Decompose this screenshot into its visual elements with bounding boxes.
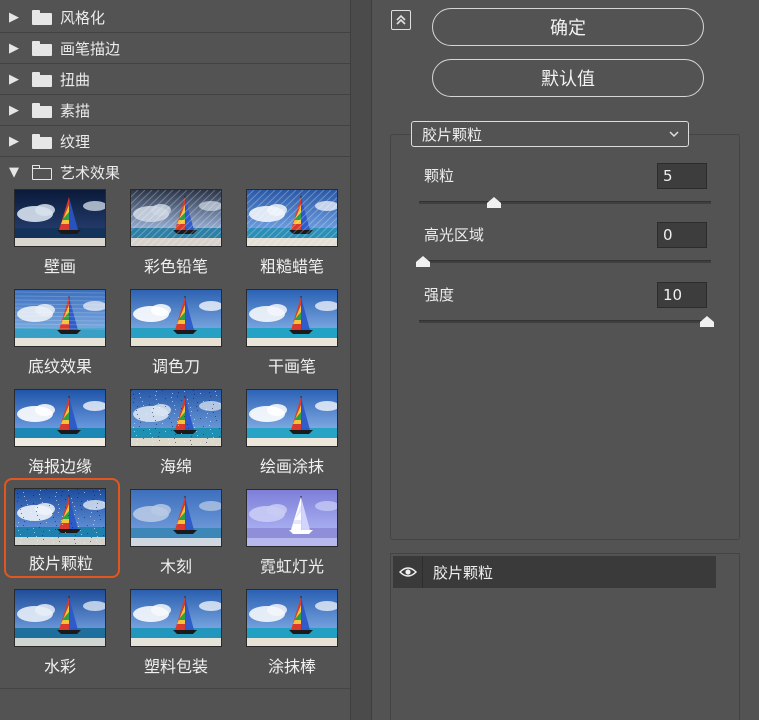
category-label: 纹理	[60, 132, 91, 151]
param-slider-track[interactable]	[419, 260, 711, 263]
ok-button[interactable]: 确定	[432, 8, 704, 46]
filter-thumb-pastel[interactable]: 粗糙蜡笔	[239, 186, 349, 284]
category-brush-strokes[interactable]: ▶ 画笔描边	[0, 33, 350, 64]
category-texture[interactable]: ▶ 纹理	[0, 126, 350, 157]
param-value-field[interactable]: 0	[657, 222, 707, 248]
filter-thumb-poster[interactable]: 海报边缘	[7, 386, 117, 484]
filter-label: 水彩	[43, 657, 76, 676]
filter-preview-image[interactable]	[130, 189, 222, 247]
panel-splitter[interactable]	[350, 0, 372, 720]
filter-thumbnail-grid: 壁画 彩色铅笔 粗糙蜡笔 底纹效果 调色刀 干画笔 海报边缘 海绵 绘画涂抹 胶…	[0, 186, 350, 720]
filter-label: 胶片颗粒	[28, 554, 93, 573]
param-slider-track[interactable]	[419, 320, 711, 323]
filter-thumb-watercolor[interactable]: 水彩	[7, 586, 117, 684]
category-distort[interactable]: ▶ 扭曲	[0, 64, 350, 95]
expand-arrow-icon[interactable]: ▶	[9, 11, 23, 24]
filter-thumb-smudgestick[interactable]: 涂抹棒	[239, 586, 349, 684]
chevron-down-icon	[668, 124, 680, 148]
effect-layer-row[interactable]: 胶片颗粒	[393, 556, 716, 588]
filter-select[interactable]: 胶片颗粒	[411, 121, 689, 147]
category-label: 素描	[60, 101, 91, 120]
filter-preview-image[interactable]	[130, 489, 222, 547]
collapse-gallery-button[interactable]	[391, 10, 411, 30]
filter-settings-box	[390, 134, 740, 540]
filter-label: 海报边缘	[27, 457, 92, 476]
filter-thumb-sponge[interactable]: 海绵	[123, 386, 233, 484]
filter-label: 绘画涂抹	[259, 457, 324, 476]
category-label: 风格化	[60, 8, 106, 27]
filter-label: 木刻	[159, 557, 192, 576]
category-label: 扭曲	[60, 70, 91, 89]
param-value-field[interactable]: 10	[657, 282, 707, 308]
default-button[interactable]: 默认值	[432, 59, 704, 97]
visibility-toggle[interactable]	[393, 556, 423, 588]
folder-open-icon	[32, 164, 52, 180]
folder-icon	[32, 71, 52, 87]
expand-arrow-icon[interactable]: ▶	[9, 73, 23, 86]
effect-layer-name: 胶片颗粒	[433, 563, 494, 582]
expand-arrow-icon[interactable]: ▶	[9, 42, 23, 55]
folder-icon	[32, 40, 52, 56]
category-artistic[interactable]: ▼ 艺术效果	[0, 157, 350, 188]
category-label: 画笔描边	[60, 39, 121, 58]
collapse-arrow-icon[interactable]: ▼	[9, 166, 23, 179]
double-chevron-up-icon	[396, 14, 406, 25]
param-value-field[interactable]: 5	[657, 163, 707, 189]
param-slider-track[interactable]	[419, 201, 711, 204]
filter-thumb-palette[interactable]: 调色刀	[123, 286, 233, 384]
eye-icon	[398, 567, 417, 577]
filter-preview-image[interactable]	[130, 289, 222, 347]
filter-thumb-underpaint[interactable]: 底纹效果	[7, 286, 117, 384]
expand-arrow-icon[interactable]: ▶	[9, 135, 23, 148]
divider	[0, 688, 350, 689]
filter-preview-image[interactable]	[246, 489, 338, 547]
category-sketch[interactable]: ▶ 素描	[0, 95, 350, 126]
filter-label: 彩色铅笔	[143, 257, 208, 276]
filter-label: 底纹效果	[27, 357, 92, 376]
filter-preview-image[interactable]	[14, 488, 106, 546]
filter-thumb-grain[interactable]: 胶片颗粒	[4, 478, 120, 578]
filter-thumb-neon[interactable]: 霓虹灯光	[239, 486, 349, 584]
filter-settings-panel: 确定 默认值 胶片颗粒 颗粒 5 高光区域 0 强度 10 胶片颗粒	[373, 0, 759, 720]
filter-preview-image[interactable]	[14, 389, 106, 447]
category-stylize[interactable]: ▶ 风格化	[0, 2, 350, 33]
filter-preview-image[interactable]	[246, 189, 338, 247]
filter-label: 干画笔	[267, 357, 316, 376]
filter-label: 涂抹棒	[267, 657, 316, 676]
filter-thumb-mural[interactable]: 壁画	[7, 186, 117, 284]
filter-preview-image[interactable]	[14, 289, 106, 347]
filter-thumb-pencil[interactable]: 彩色铅笔	[123, 186, 233, 284]
filter-preview-image[interactable]	[14, 189, 106, 247]
category-label: 艺术效果	[60, 163, 121, 182]
filter-thumb-plastic[interactable]: 塑料包装	[123, 586, 233, 684]
expand-arrow-icon[interactable]: ▶	[9, 104, 23, 117]
filter-label: 调色刀	[151, 357, 200, 376]
filter-preview-image[interactable]	[14, 589, 106, 647]
filter-label: 塑料包装	[143, 657, 208, 676]
param-label: 颗粒	[424, 167, 455, 185]
filter-thumb-smudge[interactable]: 绘画涂抹	[239, 386, 349, 484]
folder-icon	[32, 9, 52, 25]
filter-label: 海绵	[159, 457, 192, 476]
filter-preview-image[interactable]	[246, 389, 338, 447]
filter-label: 壁画	[43, 257, 76, 276]
folder-icon	[32, 102, 52, 118]
filter-thumb-cutout[interactable]: 木刻	[123, 486, 233, 584]
folder-icon	[32, 133, 52, 149]
filter-thumb-drybrush[interactable]: 干画笔	[239, 286, 349, 384]
filter-preview-image[interactable]	[246, 589, 338, 647]
filter-preview-image[interactable]	[130, 589, 222, 647]
filter-preview-image[interactable]	[246, 289, 338, 347]
filter-label: 粗糙蜡笔	[259, 257, 324, 276]
filter-select-value: 胶片颗粒	[422, 125, 483, 144]
filter-preview-image[interactable]	[130, 389, 222, 447]
param-label: 强度	[424, 286, 455, 304]
filter-label: 霓虹灯光	[259, 557, 324, 576]
filter-gallery-panel: ▶ 风格化 ▶ 画笔描边 ▶ 扭曲 ▶ 素描 ▶ 纹理 ▼ 艺术效果 壁画 彩色…	[0, 0, 350, 720]
param-label: 高光区域	[424, 226, 485, 244]
